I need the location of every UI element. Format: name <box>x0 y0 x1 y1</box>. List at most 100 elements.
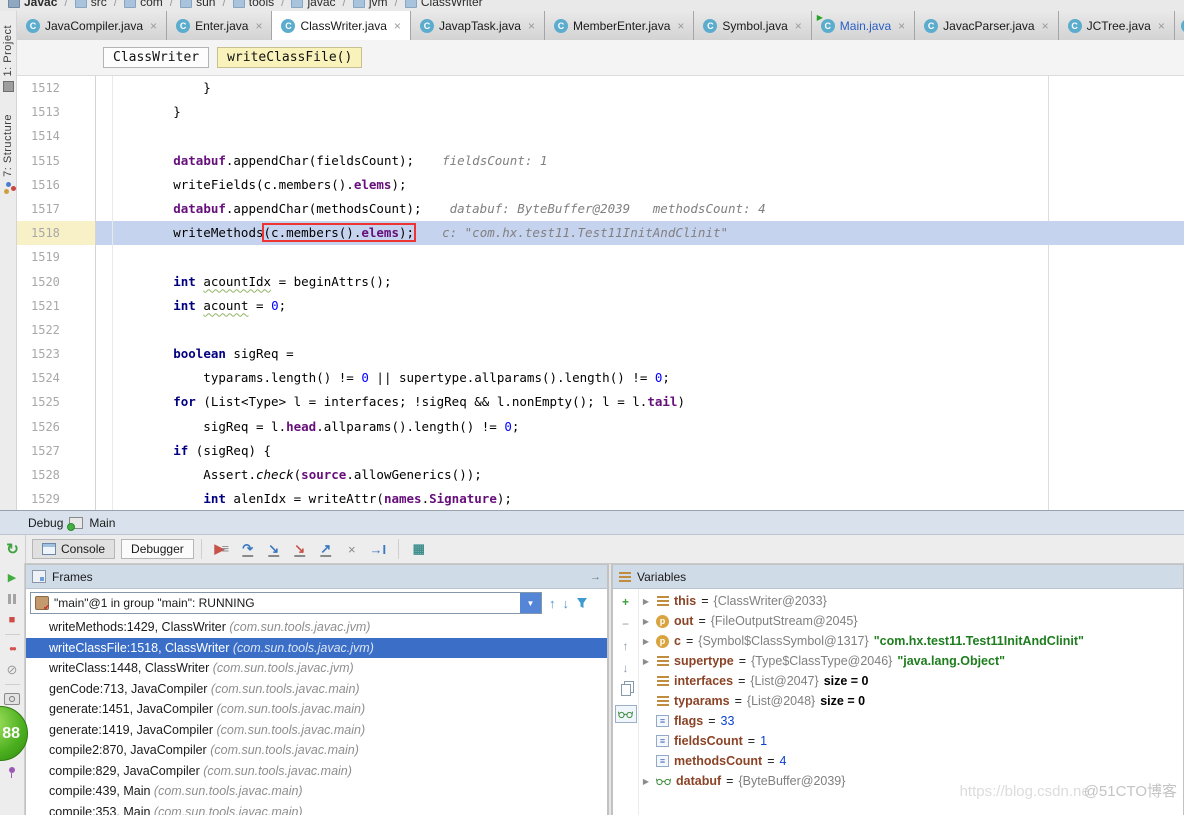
fold-gutter[interactable] <box>96 197 113 221</box>
line-number[interactable]: 1516 <box>17 173 96 197</box>
editor-tab-enter[interactable]: CEnter.java× <box>167 11 272 40</box>
fold-gutter[interactable] <box>96 366 113 390</box>
fold-gutter[interactable] <box>96 76 113 100</box>
line-number[interactable]: 1519 <box>17 245 96 269</box>
code-editor[interactable]: 1512 }1513 }15141515 databuf.appendChar(… <box>17 76 1184 510</box>
code-text[interactable] <box>113 245 1184 269</box>
code-text[interactable]: if (sigReq) { <box>113 439 1184 463</box>
code-text[interactable]: writeMethods(c.members().elems);c: "com.… <box>113 221 1184 245</box>
line-number[interactable]: 1526 <box>17 415 96 439</box>
filter-icon[interactable] <box>576 597 588 609</box>
fold-gutter[interactable] <box>96 390 113 414</box>
stack-frame-row[interactable]: writeClassFile:1518, ClassWriter (com.su… <box>26 638 607 659</box>
fold-gutter[interactable] <box>96 487 113 510</box>
variable-row[interactable]: ≡flags=33 <box>639 711 1183 731</box>
variable-row[interactable]: ≡methodsCount=4 <box>639 751 1183 771</box>
code-text[interactable]: boolean sigReq = <box>113 342 1184 366</box>
show-watches-button[interactable] <box>615 705 637 723</box>
tab-console[interactable]: Console <box>32 539 115 559</box>
add-watch-button[interactable]: + <box>622 595 629 608</box>
copy-button[interactable] <box>621 683 631 696</box>
stack-frame-row[interactable]: compile:439, Main (com.sun.tools.javac.m… <box>26 781 607 802</box>
path-item[interactable]: tools <box>233 0 274 9</box>
close-icon[interactable]: × <box>898 20 905 32</box>
line-number[interactable]: 1523 <box>17 342 96 366</box>
line-number[interactable]: 1513 <box>17 100 96 124</box>
line-number[interactable]: 1522 <box>17 318 96 342</box>
fold-gutter[interactable] <box>96 270 113 294</box>
path-item[interactable]: src <box>75 0 107 9</box>
rerun-icon[interactable]: ↻ <box>6 542 19 557</box>
stack-frame-row[interactable]: compile:353, Main (com.sun.tools.javac.m… <box>26 802 607 815</box>
frame-down-button[interactable]: ↓ <box>563 596 570 611</box>
path-item[interactable]: jvm <box>353 0 388 9</box>
expand-icon[interactable]: ▶ <box>641 777 651 786</box>
stack-frame-row[interactable]: writeClass:1448, ClassWriter (com.sun.to… <box>26 658 607 679</box>
path-item[interactable]: sun <box>180 0 215 9</box>
code-text[interactable] <box>113 318 1184 342</box>
path-item[interactable]: com <box>124 0 163 9</box>
thread-dropdown-button[interactable]: ▼ <box>520 593 541 613</box>
close-icon[interactable]: × <box>677 20 684 32</box>
code-text[interactable]: for (List<Type> l = interfaces; !sigReq … <box>113 390 1184 414</box>
expand-icon[interactable]: ▶ <box>641 617 651 626</box>
line-number[interactable]: 1521 <box>17 294 96 318</box>
close-icon[interactable]: × <box>795 20 802 32</box>
evaluate-expression-button[interactable]: ▦ <box>406 541 432 557</box>
fold-gutter[interactable] <box>96 149 113 173</box>
variable-row[interactable]: ▶this={ClassWriter@2033} <box>639 591 1183 611</box>
fold-gutter[interactable] <box>96 221 113 245</box>
close-icon[interactable]: × <box>1158 20 1165 32</box>
expand-icon[interactable]: ▶ <box>641 657 651 666</box>
line-number[interactable]: 1524 <box>17 366 96 390</box>
editor-tab-javacparser[interactable]: CJavacParser.java× <box>915 11 1058 40</box>
stack-frame-row[interactable]: generate:1451, JavaCompiler (com.sun.too… <box>26 699 607 720</box>
fold-gutter[interactable] <box>96 318 113 342</box>
variable-row[interactable]: interfaces={List@2047}size = 0 <box>639 671 1183 691</box>
editor-tab-javacompiler[interactable]: CJavaCompiler.java× <box>17 11 167 40</box>
code-text[interactable]: typarams.length() != 0 || supertype.allp… <box>113 366 1184 390</box>
force-step-into-button[interactable]: ↘ <box>287 541 313 557</box>
fold-gutter[interactable] <box>96 439 113 463</box>
tool-button-project[interactable]: 1: Project <box>0 25 16 92</box>
step-over-button[interactable]: ↷ <box>235 541 261 557</box>
fold-gutter[interactable] <box>96 245 113 269</box>
stack-frame-row[interactable]: compile:829, JavaCompiler (com.sun.tools… <box>26 761 607 782</box>
variable-row[interactable]: ▶pc={Symbol$ClassSymbol@1317}"com.hx.tes… <box>639 631 1183 651</box>
tab-debugger[interactable]: Debugger <box>121 539 194 559</box>
code-text[interactable]: Assert.check(source.allowGenerics()); <box>113 463 1184 487</box>
code-text[interactable]: databuf.appendChar(fieldsCount);fieldsCo… <box>113 149 1184 173</box>
stack-frame-row[interactable]: compile2:870, JavaCompiler (com.sun.tool… <box>26 740 607 761</box>
expand-icon[interactable]: ▶ <box>641 637 651 646</box>
line-number[interactable]: 1514 <box>17 124 96 148</box>
breadcrumb-method[interactable]: writeClassFile() <box>217 47 362 68</box>
line-number[interactable]: 1525 <box>17 390 96 414</box>
code-text[interactable]: int acountIdx = beginAttrs(); <box>113 270 1184 294</box>
line-number[interactable]: 1512 <box>17 76 96 100</box>
editor-tab-main[interactable]: C▶Main.java× <box>812 11 915 40</box>
line-number[interactable]: 1520 <box>17 270 96 294</box>
code-text[interactable]: } <box>113 76 1184 100</box>
fold-gutter[interactable] <box>96 415 113 439</box>
editor-tab-partial[interactable]: C <box>1175 11 1184 40</box>
variable-row[interactable]: ▶databuf={ByteBuffer@2039} <box>639 771 1183 791</box>
move-down-button[interactable]: ↓ <box>623 661 629 674</box>
path-item[interactable]: javac <box>291 0 335 9</box>
drop-frame-button[interactable]: × <box>339 542 365 557</box>
dock-icon[interactable]: → <box>590 571 601 583</box>
stack-frame-row[interactable]: genCode:713, JavaCompiler (com.sun.tools… <box>26 679 607 700</box>
line-number[interactable]: 1518 <box>17 221 96 245</box>
run-to-cursor-button[interactable]: →I <box>365 542 391 557</box>
editor-tab-classwriter[interactable]: CClassWriter.java× <box>272 11 410 40</box>
editor-tab-memberenter[interactable]: CMemberEnter.java× <box>545 11 694 40</box>
code-text[interactable]: } <box>113 100 1184 124</box>
fold-gutter[interactable] <box>96 294 113 318</box>
close-icon[interactable]: × <box>528 20 535 32</box>
code-text[interactable]: writeFields(c.members().elems); <box>113 173 1184 197</box>
step-out-button[interactable]: ↗ <box>313 541 339 557</box>
fold-gutter[interactable] <box>96 463 113 487</box>
code-text[interactable]: int alenIdx = writeAttr(names.Signature)… <box>113 487 1184 510</box>
remove-watch-button[interactable]: − <box>622 617 629 630</box>
move-up-button[interactable]: ↑ <box>623 639 629 652</box>
line-number[interactable]: 1528 <box>17 463 96 487</box>
